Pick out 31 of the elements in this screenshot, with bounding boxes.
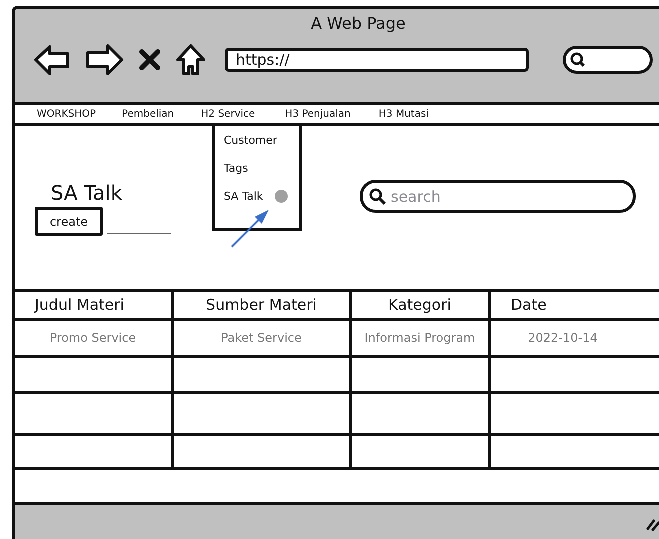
table-cell: 2022-10-14 [491,321,659,358]
table-cell: Informasi Program [352,321,491,358]
home-icon[interactable] [175,43,207,77]
table-cell: Promo Service [15,321,174,358]
nav-item[interactable]: WORKSHOP [37,108,96,120]
page-heading: SA Talk [51,181,122,205]
table-cell: Paket Service [174,321,352,358]
menu-item-label: SA Talk [224,190,264,203]
nav-item[interactable]: H3 Mutasi [378,108,429,120]
column-header: Judul Materi [15,292,174,321]
menu-item[interactable]: Customer [224,132,299,149]
window-title: A Web Page [311,14,406,33]
nav-item[interactable]: H3 Penjualan [285,108,351,120]
address-field[interactable]: https:// [225,48,529,72]
search-icon [369,188,387,206]
nav-item[interactable]: Pembelian [122,108,174,120]
create-button[interactable]: create [35,207,103,236]
close-icon[interactable] [139,49,161,71]
forward-icon[interactable] [85,43,125,77]
menu-item-label: Tags [224,162,248,175]
resize-handle-icon[interactable] [646,517,659,531]
column-header: Kategori [352,292,491,321]
column-header: Date [491,292,659,321]
browser-search-field[interactable] [563,46,653,74]
search-icon [570,52,586,68]
menu-item[interactable]: Tags [224,160,299,177]
menu-item[interactable]: SA Talk [224,188,299,205]
back-icon[interactable] [33,44,71,76]
menu-item-label: Customer [224,134,278,147]
nav-item[interactable]: H2 Service [201,108,256,120]
column-header: Sumber Materi [174,292,352,321]
